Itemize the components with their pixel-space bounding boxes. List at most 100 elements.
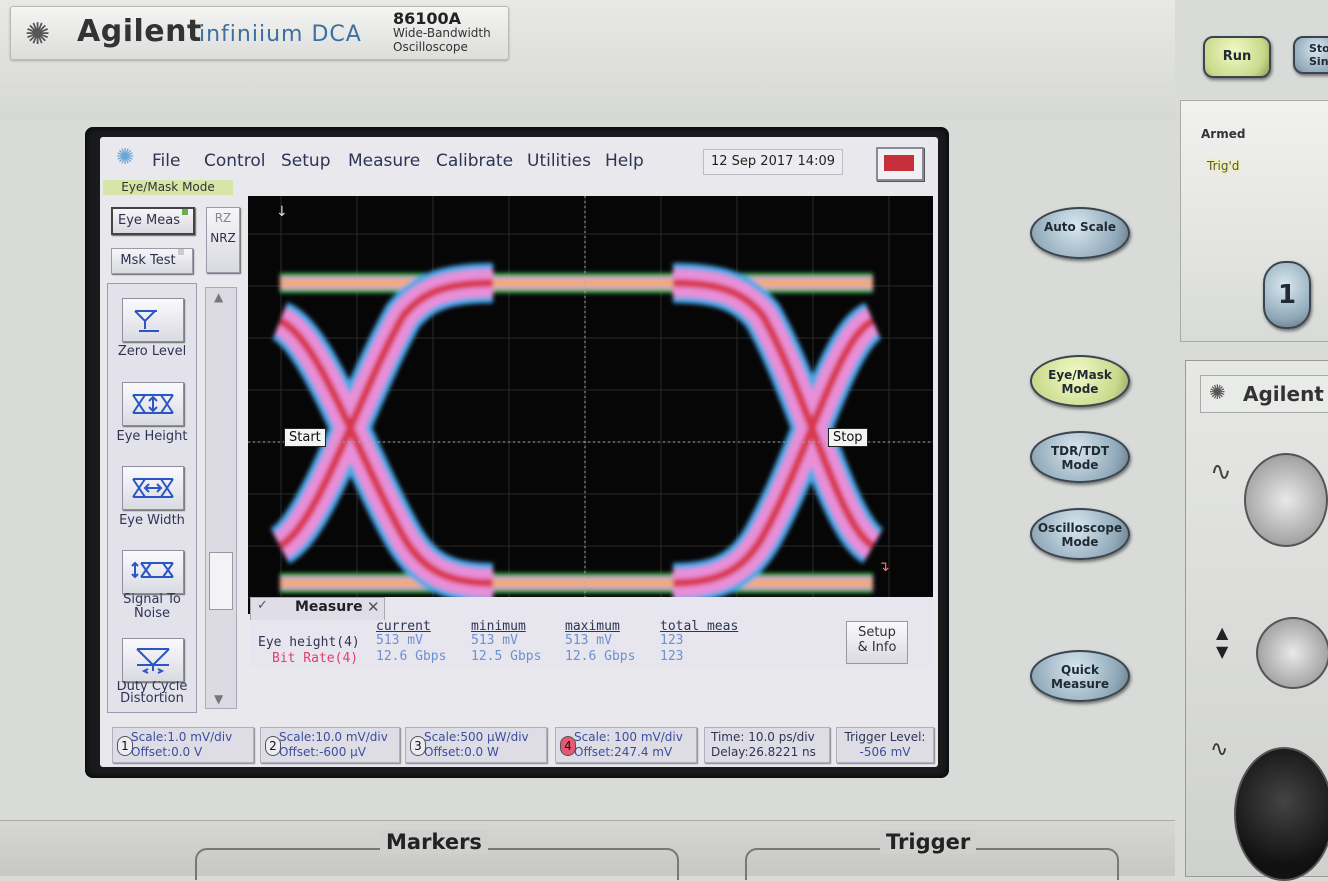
collapse-chevron-icon[interactable]: ✓: [257, 598, 268, 613]
scrollbar-thumb[interactable]: [209, 552, 233, 610]
vertical-scale-knob[interactable]: [1244, 453, 1328, 547]
scroll-up-icon[interactable]: ▲: [214, 290, 223, 304]
eye-traces: [268, 263, 885, 603]
logo-plate: ✺ Agilent infiniium DCA 86100A Wide-Band…: [10, 6, 509, 60]
measure-panel: ✓ Measure ✕ current minimum maximum tota…: [250, 597, 933, 667]
eye-meas-label: Eye Meas: [118, 213, 180, 228]
rz-label: RZ: [214, 211, 232, 225]
auto-scale-button[interactable]: Auto Scale: [1030, 207, 1130, 259]
signal-to-noise-icon: [131, 561, 174, 579]
module-brand: Agilent: [1243, 382, 1324, 406]
value-cell: 12.5 Gbps: [471, 649, 542, 664]
timebase-delay: Delay:26.8221 ns: [711, 745, 816, 759]
header-minimum: minimum: [471, 619, 526, 634]
menu-setup[interactable]: Setup: [281, 151, 330, 171]
eye-width-label: Eye Width: [119, 513, 185, 528]
indicator-icon: [177, 249, 184, 255]
menu-file[interactable]: File: [152, 151, 180, 171]
value-cell: 513 mV: [471, 633, 518, 648]
channel-offset: Offset:0.0 V: [131, 745, 203, 759]
channel-scale: Scale:500 µW/div: [424, 730, 529, 744]
menu-calibrate[interactable]: Calibrate: [436, 151, 513, 171]
timebase-status[interactable]: Time: 10.0 ps/div Delay:26.8221 ns: [704, 727, 830, 763]
signal-to-noise-button[interactable]: [122, 550, 184, 594]
eye-height-icon: [132, 394, 174, 414]
agilent-spark-icon: ✺: [1209, 380, 1226, 404]
value-cell: 12.6 Gbps: [565, 649, 636, 664]
channel-module-panel: ✺ Agilent ∿ ▲ ▼ ∿: [1185, 360, 1328, 881]
vertical-offset-knob[interactable]: [1256, 617, 1328, 689]
eye-diagram: ↓ ↴: [248, 196, 933, 614]
channel3-status[interactable]: 3 Scale:500 µW/div Offset:0.0 W: [405, 727, 547, 763]
armed-label: Armed: [1201, 127, 1246, 141]
start-marker[interactable]: Start: [284, 428, 326, 447]
value-cell: 12.6 Gbps: [376, 649, 447, 664]
date-time: 12 Sep 2017 14:09: [703, 149, 843, 175]
setup-label: Setup: [858, 625, 896, 640]
trigger-level-value: -506 mV: [859, 745, 911, 759]
eye-meas-button[interactable]: Eye Meas: [111, 207, 195, 235]
trigger-status[interactable]: Trigger Level: -506 mV: [836, 727, 934, 763]
trigger-label: Trigger: [880, 830, 977, 854]
eye-mask-mode-button[interactable]: Eye/Mask Mode: [1030, 355, 1130, 407]
info-label: & Info: [857, 640, 897, 655]
tdr-tdt-mode-button[interactable]: TDR/TDT Mode: [1030, 431, 1130, 483]
scroll-down-icon[interactable]: ▼: [214, 692, 223, 706]
model-subtitle: Oscilloscope: [393, 40, 468, 54]
oscilloscope-mode-button[interactable]: Oscilloscope Mode: [1030, 508, 1130, 560]
screen: ✺ File Control Setup Measure Calibrate U…: [100, 137, 938, 767]
zero-level-label: Zero Level: [117, 344, 187, 359]
menu-help[interactable]: Help: [605, 151, 644, 171]
waveform-display[interactable]: ↓ ↴ Start Stop: [248, 196, 933, 614]
stop-marker[interactable]: Stop: [828, 428, 868, 447]
mask-test-label: Msk Test: [120, 253, 176, 268]
channel1-button[interactable]: 1: [1263, 261, 1311, 329]
channel-offset: Offset:-600 µV: [279, 745, 366, 759]
run-button[interactable]: Run: [1203, 36, 1271, 78]
row-label-eye-height: Eye height(4): [258, 635, 360, 650]
duty-cycle-label: Duty Cycle Distortion: [116, 681, 188, 705]
measure-tab[interactable]: ✓ Measure ✕: [250, 597, 385, 620]
menu-control[interactable]: Control: [204, 151, 265, 171]
model-subtitle: Wide-Bandwidth: [393, 26, 491, 40]
eye-height-button[interactable]: [122, 382, 184, 426]
close-icon[interactable]: ✕: [367, 598, 380, 616]
channel-offset: Offset:247.4 mV: [574, 745, 673, 759]
duty-cycle-distortion-button[interactable]: [122, 638, 184, 682]
setup-info-button[interactable]: Setup & Info: [846, 621, 908, 664]
channel1-status[interactable]: 1 Scale:1.0 mV/div Offset:0.0 V: [112, 727, 254, 763]
trigger-level-label: Trigger Level:: [844, 730, 926, 744]
trigger-level-icon: ∿: [1210, 737, 1229, 762]
eye-height-label: Eye Height: [116, 429, 188, 444]
marker-top-arrow-icon: ↓: [276, 204, 288, 220]
quick-measure-button[interactable]: Quick Measure: [1030, 650, 1130, 702]
toolbar-scrollbar[interactable]: ▲ ▼: [205, 287, 237, 709]
rz-nrz-toggle[interactable]: RZ NRZ: [206, 207, 240, 273]
row-label-bit-rate: Bit Rate(4): [272, 651, 359, 666]
header-total-meas: total meas: [660, 619, 739, 634]
trigger-status-panel: Armed Trig'd 1: [1180, 100, 1328, 342]
agilent-spark-icon: ✺: [116, 145, 135, 170]
scope-display-icon[interactable]: [876, 147, 924, 181]
measure-tab-title: Measure: [295, 599, 363, 615]
eye-width-button[interactable]: [122, 466, 184, 510]
brand-name: Agilent: [77, 14, 202, 49]
value-cell: 513 mV: [376, 633, 423, 648]
stop-single-button[interactable]: Stop Single: [1293, 36, 1328, 74]
value-cell: 123: [660, 649, 684, 664]
channel-offset: Offset:0.0 W: [424, 745, 499, 759]
eye-width-icon: [132, 478, 174, 498]
vertical-scale-icon: ∿: [1210, 457, 1232, 487]
measurement-toolbar: Zero Level Eye Height Eye Width Signal T…: [107, 283, 197, 713]
menu-measure[interactable]: Measure: [348, 151, 420, 171]
mask-test-button[interactable]: Msk Test: [111, 248, 193, 274]
channel4-status[interactable]: 4 Scale: 100 mV/div Offset:247.4 mV: [555, 727, 697, 763]
menu-utilities[interactable]: Utilities: [527, 151, 591, 171]
header-current: current: [376, 619, 431, 634]
markers-label: Markers: [380, 830, 488, 854]
series-name: infiniium DCA: [199, 22, 362, 47]
trigd-label: Trig'd: [1207, 159, 1240, 173]
channel2-status[interactable]: 2 Scale:10.0 mV/div Offset:-600 µV: [260, 727, 400, 763]
zero-level-button[interactable]: [122, 298, 184, 342]
trigger-level-knob[interactable]: [1234, 747, 1328, 881]
